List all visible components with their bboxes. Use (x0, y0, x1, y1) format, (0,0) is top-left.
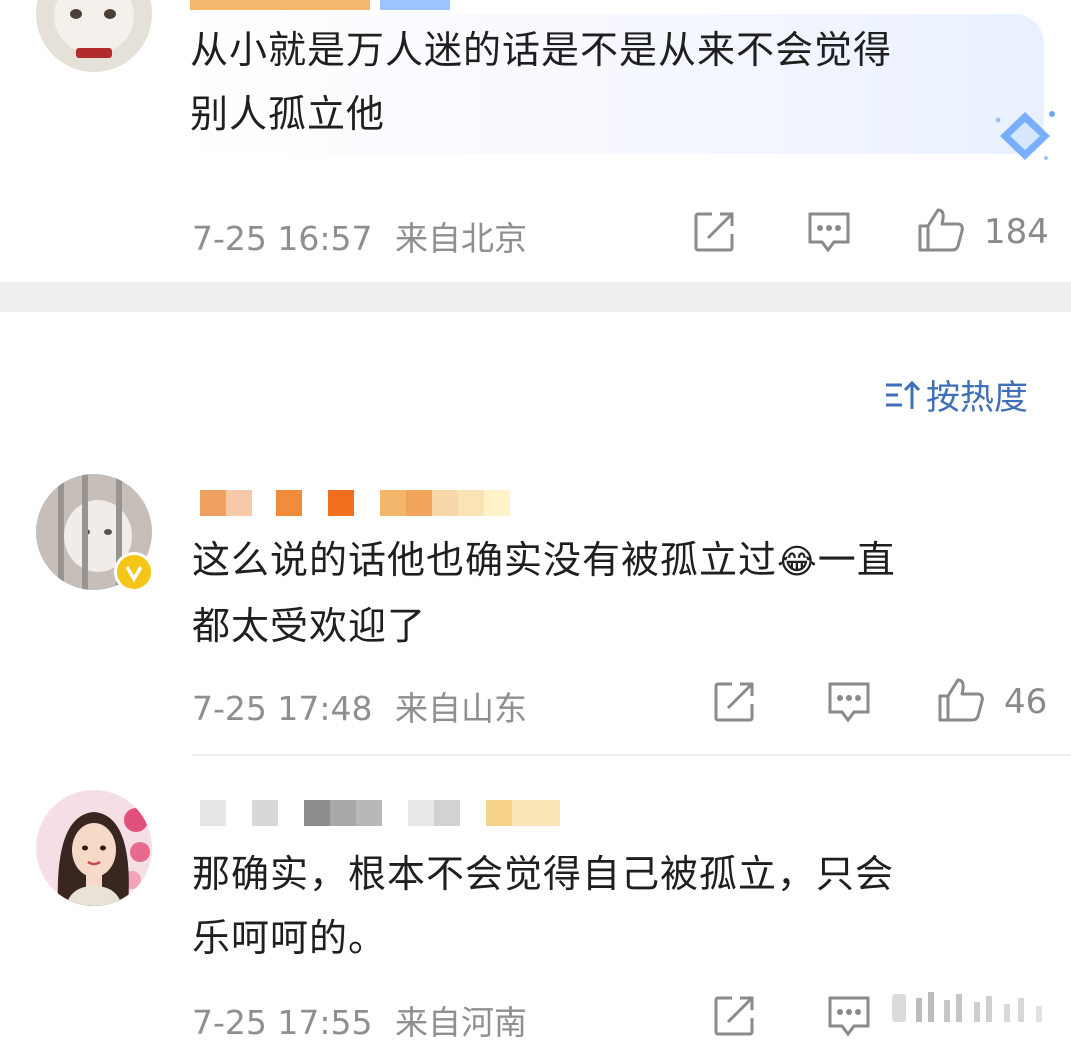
comment-icon[interactable] (806, 210, 852, 258)
comment-separator (192, 754, 1071, 756)
comment-text: 那确实，根本不会觉得自己被孤立，只会 乐呵呵的。 (192, 852, 895, 960)
sort-toggle[interactable]: 按热度 (884, 370, 1028, 419)
comment-location: 来自山东 (395, 689, 527, 728)
comment-location: 来自河南 (395, 1003, 527, 1042)
share-icon[interactable] (692, 210, 736, 258)
section-divider (0, 282, 1071, 312)
comment-time: 7-25 17:55 (192, 1003, 373, 1042)
comment-text: 这么说的话他也确实没有被孤立过😂一直 都太受欢迎了 (192, 538, 896, 648)
diamond-badge-icon (990, 106, 1060, 170)
avatar[interactable] (36, 790, 152, 906)
comment-text: 从小就是万人迷的话是不是从来不会觉得 别人孤立他 (190, 28, 893, 136)
comment-meta: 7-25 17:55 来自河南 (192, 996, 527, 1044)
username-redacted[interactable] (200, 490, 520, 516)
sort-label: 按热度 (926, 378, 1028, 418)
verified-badge-icon (114, 552, 154, 592)
avatar[interactable] (36, 0, 152, 72)
share-icon[interactable] (712, 994, 756, 1042)
username-redacted[interactable] (190, 0, 490, 10)
laughing-emoji: 😂 (777, 542, 818, 582)
watermark-logo (884, 988, 1064, 1028)
comment-time: 7-25 16:57 (192, 219, 373, 258)
username-redacted[interactable] (200, 800, 570, 826)
sort-icon (884, 375, 922, 415)
share-icon[interactable] (712, 680, 756, 728)
comment-time: 7-25 17:48 (192, 689, 373, 728)
comment-meta: 7-25 17:48 来自山东 (192, 682, 527, 730)
like-count: 46 (1004, 682, 1048, 722)
comment-icon[interactable] (826, 994, 872, 1042)
thumbs-up-icon[interactable] (916, 206, 966, 258)
like-count: 184 (984, 212, 1049, 252)
comment-meta: 7-25 16:57 来自北京 (192, 212, 527, 260)
comment-location: 来自北京 (395, 219, 527, 258)
comment-icon[interactable] (826, 680, 872, 728)
thumbs-up-icon[interactable] (936, 676, 986, 728)
